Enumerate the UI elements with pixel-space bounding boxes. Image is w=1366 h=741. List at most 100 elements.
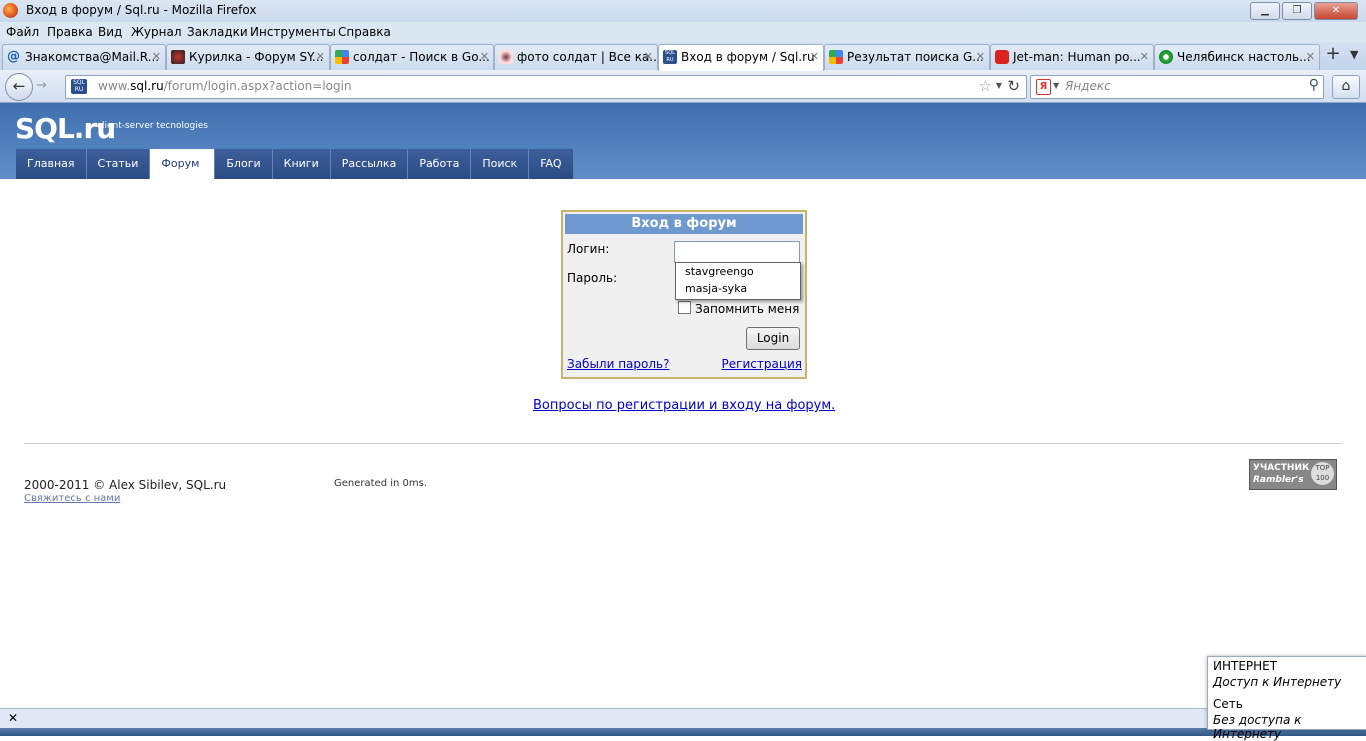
internet-subtitle: Доступ к Интернету [1213,675,1342,689]
tab-chelyabinsk[interactable]: Челябинск настоль... ✕ [1154,44,1320,70]
remember-me[interactable]: Запомнить меня [678,301,799,316]
rambler-name-label: Rambler's [1253,475,1304,485]
tab-sqlru-login[interactable]: SQL RU Вход в форум / Sql.ru ✕ [658,44,824,71]
tab-label: Результат поиска G... [847,50,984,64]
nav-search[interactable]: Поиск [471,149,530,179]
login-button[interactable]: Login [746,327,800,350]
nav-blogs[interactable]: Блоги [215,149,273,179]
network-title: Сеть [1213,697,1243,711]
maximize-button[interactable]: ❐ [1282,2,1312,20]
google-icon [829,50,843,64]
navigation-toolbar: ← → SQL RU www.sql.ru/forum/login.aspx?a… [0,70,1366,103]
registration-help-link[interactable]: Вопросы по регистрации и входу на форум. [533,398,835,413]
remember-me-label: Запомнить меня [695,302,800,316]
rambler-member-label: УЧАСТНИК [1253,463,1310,473]
at-icon: @ [7,49,20,64]
bookmark-star-icon[interactable]: ☆ [979,77,992,95]
menu-file[interactable]: Файл [6,25,39,39]
tab-label: Курилка - Форум SY... [189,50,324,64]
search-engine-dropdown-icon[interactable]: ▼ [1053,81,1059,90]
tab-youtube-jetman[interactable]: Jet-man: Human po... ✕ [990,44,1154,70]
back-button[interactable]: ← [5,73,33,101]
password-label: Пароль: [567,271,618,285]
history-dropdown-icon[interactable]: ▼ [996,81,1002,90]
menu-view[interactable]: Вид [98,25,122,39]
address-bar[interactable]: SQL RU www.sql.ru/forum/login.aspx?actio… [65,75,1027,99]
youtube-icon [995,50,1009,64]
top100-icon: TOP 100 [1311,462,1334,485]
close-tab-icon[interactable]: ✕ [316,50,325,63]
close-tab-icon[interactable]: ✕ [1306,50,1315,63]
tab-google-results[interactable]: Результат поиска G... ✕ [824,44,990,70]
site-tagline: client-server tecnologies [97,121,208,131]
home-button[interactable]: ⌂ [1332,75,1360,99]
nav-faq[interactable]: FAQ [529,149,574,179]
tab-bar: @ Знакомства@Mail.R... ✕ Курилка - Форум… [0,42,1366,71]
url-text[interactable]: www.sql.ru/forum/login.aspx?action=login [98,79,352,93]
forward-button[interactable]: → [36,78,47,93]
menu-tools[interactable]: Инструменты [250,25,336,39]
forgot-password-link[interactable]: Забыли пароль? [567,357,669,371]
tab-label: Вход в форум / Sql.ru [681,50,815,64]
remember-me-checkbox[interactable] [678,301,691,314]
login-heading: Вход в форум [565,214,803,234]
search-placeholder: Яндекс [1065,79,1111,93]
tab-label: Jet-man: Human po... [1013,50,1141,64]
window-titlebar: Вход в форум / Sql.ru - Mozilla Firefox … [0,0,1366,22]
search-bar[interactable]: Я ▼ Яндекс ⚲ [1030,75,1324,99]
list-all-tabs-icon[interactable]: ▼ [1350,48,1358,61]
autocomplete-option[interactable]: stavgreengo [676,263,800,280]
menu-help[interactable]: Справка [338,25,391,39]
tab-label: Челябинск настоль... [1177,50,1311,64]
url-prefix: www. [98,79,131,93]
login-form: Вход в форум Логин: stavgreengo masja-sy… [561,210,807,379]
copyright-text: 2000-2011 © Alex Sibilev, SQL.ru [24,478,227,492]
menu-edit[interactable]: Правка [47,25,93,39]
tab-google-soldier[interactable]: солдат - Поиск в Go... ✕ [330,44,494,70]
url-path: /forum/login.aspx?action=login [163,79,352,93]
internet-title: ИНТЕРНЕТ [1213,659,1278,673]
close-tab-icon[interactable]: ✕ [810,50,819,63]
yandex-icon[interactable]: Я [1036,79,1051,95]
search-icon[interactable]: ⚲ [1309,77,1319,93]
close-tab-icon[interactable]: ✕ [480,50,489,63]
status-bar: ✕ [0,708,1366,729]
tab-forum-sy[interactable]: Курилка - Форум SY... ✕ [166,44,330,70]
autocomplete-option[interactable]: masja-syka [676,280,800,297]
nav-jobs[interactable]: Работа [408,149,472,179]
close-window-button[interactable]: ✕ [1314,2,1358,20]
close-tab-icon[interactable]: ✕ [1140,50,1149,63]
nav-home[interactable]: Главная [16,149,87,179]
minimize-button[interactable]: ▁ [1250,2,1280,20]
reload-icon[interactable]: ↻ [1007,77,1020,95]
close-tab-icon[interactable]: ✕ [152,50,161,63]
tab-label: Знакомства@Mail.R... [25,50,160,64]
new-tab-button[interactable]: + [1322,44,1344,66]
eye-icon [499,50,513,64]
nav-forum[interactable]: Форум [150,149,216,179]
close-tab-icon[interactable]: ✕ [976,50,985,63]
register-link[interactable]: Регистрация [722,357,802,371]
rambler-top100-badge[interactable]: УЧАСТНИК Rambler's TOP 100 [1249,459,1337,490]
generated-time-text: Generated in 0ms. [334,478,428,489]
nav-books[interactable]: Книги [272,149,331,179]
tab-mail-dating[interactable]: @ Знакомства@Mail.R... ✕ [2,44,166,70]
tab-photo-soldier[interactable]: фото солдат | Все ка... ✕ [494,44,658,70]
menu-history[interactable]: Журнал [131,25,182,39]
site-identity-icon[interactable]: SQL RU [71,79,87,94]
close-tab-icon[interactable]: ✕ [644,50,653,63]
nav-mailing[interactable]: Рассылка [330,149,409,179]
menu-bookmarks[interactable]: Закладки [187,25,248,39]
tab-label: фото солдат | Все ка... [517,50,658,64]
tab-label: солдат - Поиск в Go... [353,50,490,64]
forum-icon [171,50,185,64]
login-input[interactable] [674,241,800,263]
menu-bar: Файл Правка Вид Журнал Закладки Инструме… [0,22,1366,42]
network-status-popup: ИНТЕРНЕТ Доступ к Интернету Сеть Без дос… [1207,656,1366,741]
contact-link[interactable]: Свяжитесь с нами [24,493,120,504]
google-icon [335,50,349,64]
footer-divider [24,443,1342,444]
close-addon-bar-icon[interactable]: ✕ [8,711,18,725]
nav-articles[interactable]: Статьи [86,149,151,179]
login-label: Логин: [567,242,610,256]
